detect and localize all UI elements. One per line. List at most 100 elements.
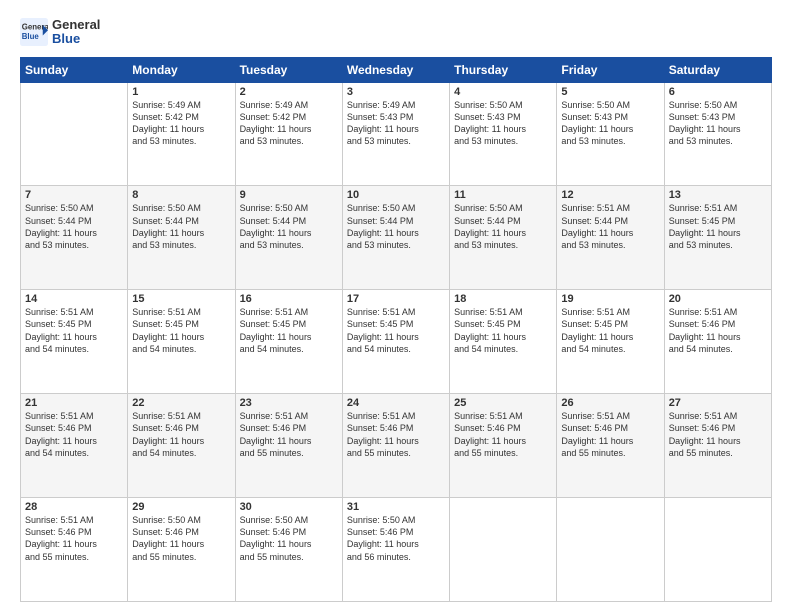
day-cell: 29Sunrise: 5:50 AM Sunset: 5:46 PM Dayli… xyxy=(128,498,235,602)
day-info: Sunrise: 5:51 AM Sunset: 5:45 PM Dayligh… xyxy=(561,306,659,355)
day-number: 20 xyxy=(669,293,767,305)
day-number: 23 xyxy=(240,397,338,409)
svg-text:Blue: Blue xyxy=(22,32,40,41)
day-cell: 5Sunrise: 5:50 AM Sunset: 5:43 PM Daylig… xyxy=(557,82,664,186)
weekday-header-monday: Monday xyxy=(128,57,235,82)
day-info: Sunrise: 5:49 AM Sunset: 5:42 PM Dayligh… xyxy=(132,99,230,148)
day-info: Sunrise: 5:51 AM Sunset: 5:46 PM Dayligh… xyxy=(561,410,659,459)
day-cell: 27Sunrise: 5:51 AM Sunset: 5:46 PM Dayli… xyxy=(664,394,771,498)
day-cell: 31Sunrise: 5:50 AM Sunset: 5:46 PM Dayli… xyxy=(342,498,449,602)
day-cell: 20Sunrise: 5:51 AM Sunset: 5:46 PM Dayli… xyxy=(664,290,771,394)
day-info: Sunrise: 5:51 AM Sunset: 5:45 PM Dayligh… xyxy=(347,306,445,355)
day-info: Sunrise: 5:50 AM Sunset: 5:44 PM Dayligh… xyxy=(132,202,230,251)
day-number: 18 xyxy=(454,293,552,305)
day-cell: 18Sunrise: 5:51 AM Sunset: 5:45 PM Dayli… xyxy=(450,290,557,394)
day-cell: 13Sunrise: 5:51 AM Sunset: 5:45 PM Dayli… xyxy=(664,186,771,290)
day-cell: 16Sunrise: 5:51 AM Sunset: 5:45 PM Dayli… xyxy=(235,290,342,394)
day-cell: 19Sunrise: 5:51 AM Sunset: 5:45 PM Dayli… xyxy=(557,290,664,394)
day-cell: 21Sunrise: 5:51 AM Sunset: 5:46 PM Dayli… xyxy=(21,394,128,498)
day-info: Sunrise: 5:50 AM Sunset: 5:43 PM Dayligh… xyxy=(669,99,767,148)
day-number: 30 xyxy=(240,501,338,513)
day-number: 2 xyxy=(240,86,338,98)
day-cell: 10Sunrise: 5:50 AM Sunset: 5:44 PM Dayli… xyxy=(342,186,449,290)
day-cell: 9Sunrise: 5:50 AM Sunset: 5:44 PM Daylig… xyxy=(235,186,342,290)
weekday-header-wednesday: Wednesday xyxy=(342,57,449,82)
weekday-header-tuesday: Tuesday xyxy=(235,57,342,82)
day-cell xyxy=(557,498,664,602)
day-number: 1 xyxy=(132,86,230,98)
day-info: Sunrise: 5:49 AM Sunset: 5:42 PM Dayligh… xyxy=(240,99,338,148)
day-cell: 6Sunrise: 5:50 AM Sunset: 5:43 PM Daylig… xyxy=(664,82,771,186)
day-number: 15 xyxy=(132,293,230,305)
day-number: 28 xyxy=(25,501,123,513)
day-cell: 15Sunrise: 5:51 AM Sunset: 5:45 PM Dayli… xyxy=(128,290,235,394)
weekday-header-friday: Friday xyxy=(557,57,664,82)
day-cell: 8Sunrise: 5:50 AM Sunset: 5:44 PM Daylig… xyxy=(128,186,235,290)
day-number: 11 xyxy=(454,189,552,201)
day-number: 17 xyxy=(347,293,445,305)
day-info: Sunrise: 5:51 AM Sunset: 5:45 PM Dayligh… xyxy=(454,306,552,355)
day-cell: 23Sunrise: 5:51 AM Sunset: 5:46 PM Dayli… xyxy=(235,394,342,498)
day-cell: 17Sunrise: 5:51 AM Sunset: 5:45 PM Dayli… xyxy=(342,290,449,394)
logo: General Blue General Blue xyxy=(20,18,100,47)
day-cell: 30Sunrise: 5:50 AM Sunset: 5:46 PM Dayli… xyxy=(235,498,342,602)
day-info: Sunrise: 5:50 AM Sunset: 5:44 PM Dayligh… xyxy=(454,202,552,251)
day-number: 12 xyxy=(561,189,659,201)
day-number: 14 xyxy=(25,293,123,305)
header: General Blue General Blue xyxy=(20,18,772,47)
day-info: Sunrise: 5:50 AM Sunset: 5:44 PM Dayligh… xyxy=(240,202,338,251)
day-info: Sunrise: 5:50 AM Sunset: 5:46 PM Dayligh… xyxy=(132,514,230,563)
day-info: Sunrise: 5:51 AM Sunset: 5:46 PM Dayligh… xyxy=(132,410,230,459)
day-number: 16 xyxy=(240,293,338,305)
day-info: Sunrise: 5:51 AM Sunset: 5:46 PM Dayligh… xyxy=(454,410,552,459)
day-info: Sunrise: 5:51 AM Sunset: 5:46 PM Dayligh… xyxy=(25,410,123,459)
week-row-5: 28Sunrise: 5:51 AM Sunset: 5:46 PM Dayli… xyxy=(21,498,772,602)
day-info: Sunrise: 5:50 AM Sunset: 5:44 PM Dayligh… xyxy=(347,202,445,251)
day-number: 8 xyxy=(132,189,230,201)
day-cell: 24Sunrise: 5:51 AM Sunset: 5:46 PM Dayli… xyxy=(342,394,449,498)
day-number: 26 xyxy=(561,397,659,409)
day-info: Sunrise: 5:51 AM Sunset: 5:46 PM Dayligh… xyxy=(669,410,767,459)
day-number: 13 xyxy=(669,189,767,201)
day-info: Sunrise: 5:50 AM Sunset: 5:43 PM Dayligh… xyxy=(454,99,552,148)
day-number: 19 xyxy=(561,293,659,305)
day-info: Sunrise: 5:51 AM Sunset: 5:44 PM Dayligh… xyxy=(561,202,659,251)
week-row-3: 14Sunrise: 5:51 AM Sunset: 5:45 PM Dayli… xyxy=(21,290,772,394)
day-number: 6 xyxy=(669,86,767,98)
day-number: 29 xyxy=(132,501,230,513)
day-info: Sunrise: 5:50 AM Sunset: 5:46 PM Dayligh… xyxy=(240,514,338,563)
day-number: 24 xyxy=(347,397,445,409)
day-number: 9 xyxy=(240,189,338,201)
day-info: Sunrise: 5:51 AM Sunset: 5:45 PM Dayligh… xyxy=(132,306,230,355)
day-info: Sunrise: 5:51 AM Sunset: 5:46 PM Dayligh… xyxy=(347,410,445,459)
page: General Blue General Blue SundayMondayTu… xyxy=(0,0,792,612)
day-info: Sunrise: 5:51 AM Sunset: 5:46 PM Dayligh… xyxy=(240,410,338,459)
day-cell xyxy=(21,82,128,186)
day-number: 25 xyxy=(454,397,552,409)
generalblue-icon: General Blue xyxy=(20,18,48,46)
week-row-1: 1Sunrise: 5:49 AM Sunset: 5:42 PM Daylig… xyxy=(21,82,772,186)
day-cell: 12Sunrise: 5:51 AM Sunset: 5:44 PM Dayli… xyxy=(557,186,664,290)
day-cell: 22Sunrise: 5:51 AM Sunset: 5:46 PM Dayli… xyxy=(128,394,235,498)
day-info: Sunrise: 5:51 AM Sunset: 5:46 PM Dayligh… xyxy=(669,306,767,355)
day-cell: 11Sunrise: 5:50 AM Sunset: 5:44 PM Dayli… xyxy=(450,186,557,290)
logo-text: General Blue xyxy=(52,18,100,47)
day-cell: 1Sunrise: 5:49 AM Sunset: 5:42 PM Daylig… xyxy=(128,82,235,186)
day-number: 7 xyxy=(25,189,123,201)
day-info: Sunrise: 5:50 AM Sunset: 5:44 PM Dayligh… xyxy=(25,202,123,251)
day-info: Sunrise: 5:51 AM Sunset: 5:45 PM Dayligh… xyxy=(669,202,767,251)
day-number: 22 xyxy=(132,397,230,409)
weekday-header-row: SundayMondayTuesdayWednesdayThursdayFrid… xyxy=(21,57,772,82)
day-number: 10 xyxy=(347,189,445,201)
week-row-2: 7Sunrise: 5:50 AM Sunset: 5:44 PM Daylig… xyxy=(21,186,772,290)
day-info: Sunrise: 5:49 AM Sunset: 5:43 PM Dayligh… xyxy=(347,99,445,148)
day-info: Sunrise: 5:51 AM Sunset: 5:45 PM Dayligh… xyxy=(25,306,123,355)
weekday-header-saturday: Saturday xyxy=(664,57,771,82)
day-info: Sunrise: 5:50 AM Sunset: 5:46 PM Dayligh… xyxy=(347,514,445,563)
day-info: Sunrise: 5:50 AM Sunset: 5:43 PM Dayligh… xyxy=(561,99,659,148)
day-info: Sunrise: 5:51 AM Sunset: 5:45 PM Dayligh… xyxy=(240,306,338,355)
day-number: 3 xyxy=(347,86,445,98)
day-cell xyxy=(664,498,771,602)
weekday-header-thursday: Thursday xyxy=(450,57,557,82)
day-info: Sunrise: 5:51 AM Sunset: 5:46 PM Dayligh… xyxy=(25,514,123,563)
